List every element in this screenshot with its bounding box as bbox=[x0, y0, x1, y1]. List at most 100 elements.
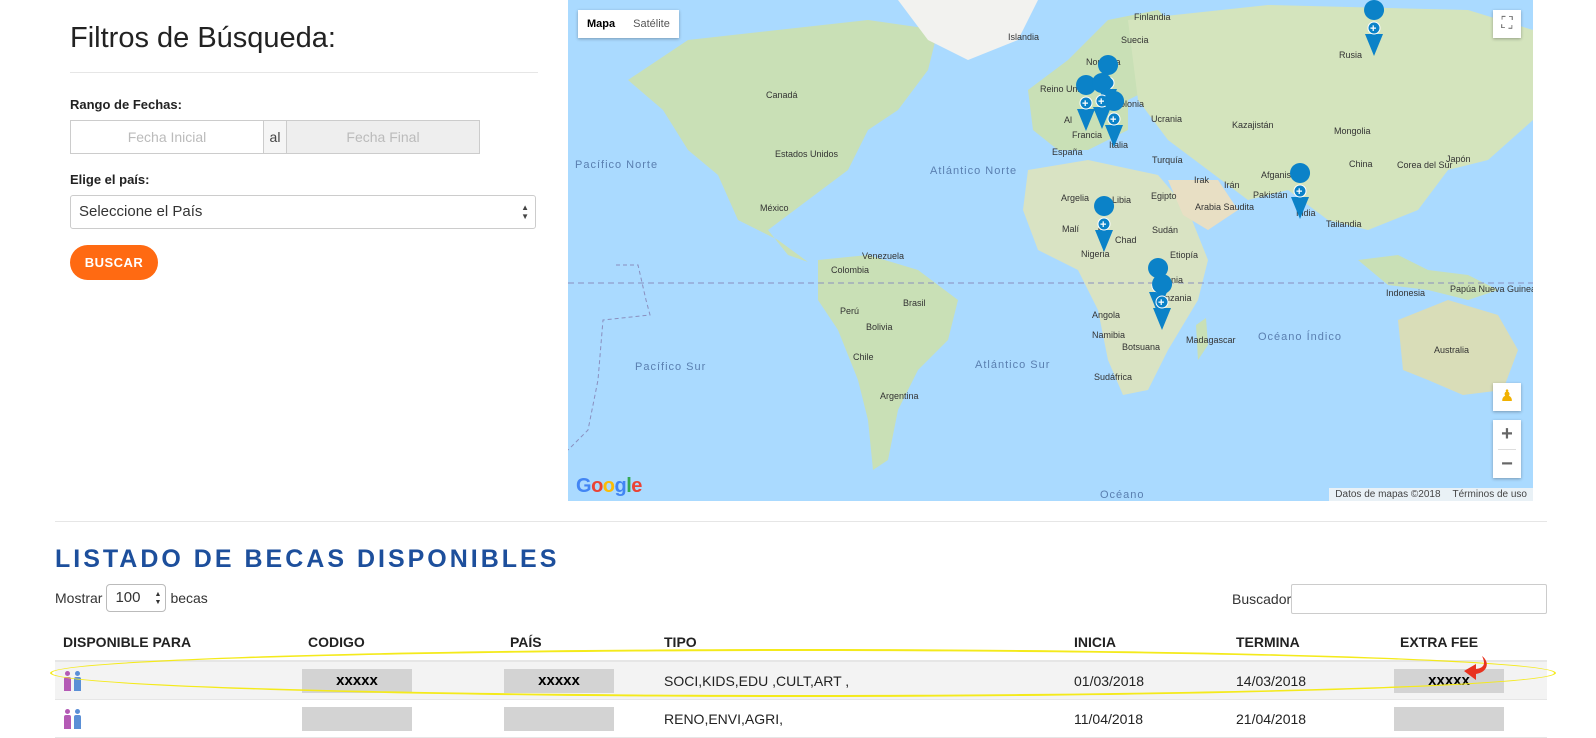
label-kazajistan: Kazajistán bbox=[1232, 120, 1274, 130]
label-tailandia: Tailandia bbox=[1326, 219, 1362, 229]
label-oceano-indico: Océano Índico bbox=[1258, 330, 1342, 343]
filters-divider bbox=[70, 72, 538, 73]
select-arrows-icon: ▲ ▼ bbox=[154, 591, 162, 606]
terms-of-use-link[interactable]: Términos de uso bbox=[1453, 489, 1527, 500]
row-highlight-annotation bbox=[50, 649, 1556, 697]
label-islandia: Islandia bbox=[1008, 32, 1039, 42]
svg-text:+: + bbox=[1098, 96, 1104, 108]
country-label: Elige el país: bbox=[70, 172, 150, 187]
male-icon bbox=[73, 708, 82, 729]
table-row[interactable]: RENO,ENVI,AGRI, 11/04/2018 21/04/2018 bbox=[55, 700, 1547, 738]
svg-text:+: + bbox=[1370, 23, 1376, 35]
label-suecia: Suecia bbox=[1121, 35, 1149, 45]
label-turquia: Turquía bbox=[1152, 155, 1183, 165]
search-button[interactable]: BUSCAR bbox=[70, 245, 158, 280]
label-colombia: Colombia bbox=[831, 265, 869, 275]
date-range-label: Rango de Fechas: bbox=[70, 97, 182, 112]
label-australia: Australia bbox=[1434, 345, 1469, 355]
label-oceano-bottom: Océano bbox=[1100, 489, 1145, 501]
label-japon: Japón bbox=[1446, 154, 1471, 164]
label-egipto: Egipto bbox=[1151, 191, 1177, 201]
country-select[interactable]: Seleccione el País ▲ ▼ bbox=[70, 195, 536, 229]
svg-text:+: + bbox=[1100, 219, 1106, 231]
section-divider bbox=[55, 521, 1547, 522]
column-header[interactable]: DISPONIBLE PARA bbox=[55, 628, 300, 660]
label-angola: Angola bbox=[1092, 310, 1120, 320]
page-length-value: 100 bbox=[115, 589, 141, 606]
search-input[interactable] bbox=[1291, 584, 1548, 614]
listing-title: LISTADO DE BECAS DISPONIBLES bbox=[55, 545, 560, 573]
label-alemania: Al bbox=[1064, 115, 1072, 125]
end-date-input[interactable]: Fecha Final bbox=[286, 120, 480, 154]
termina-cell: 21/04/2018 bbox=[1236, 710, 1307, 727]
show-label: Mostrar bbox=[55, 590, 103, 606]
fullscreen-icon[interactable]: ⛶ bbox=[1493, 10, 1521, 38]
filters-title: Filtros de Búsqueda: bbox=[70, 22, 336, 54]
label-corea: Corea del Sur bbox=[1397, 160, 1453, 170]
label-brasil: Brasil bbox=[903, 298, 926, 308]
label-finlandia: Finlandia bbox=[1134, 12, 1171, 22]
map-attribution: Datos de mapas ©2018 Términos de uso bbox=[1329, 488, 1533, 501]
label-mexico: México bbox=[760, 203, 789, 213]
label-peru: Perú bbox=[840, 306, 859, 316]
svg-text:+: + bbox=[1158, 297, 1164, 309]
map-type-map-button[interactable]: Mapa bbox=[578, 10, 624, 38]
start-date-input[interactable]: Fecha Inicial bbox=[70, 120, 264, 154]
label-rusia: Rusia bbox=[1339, 50, 1362, 60]
label-chad: Chad bbox=[1115, 235, 1137, 245]
label-madagascar: Madagascar bbox=[1186, 335, 1236, 345]
dateline bbox=[568, 264, 651, 451]
table-search: Buscador bbox=[1232, 584, 1548, 614]
zoom-out-button[interactable]: − bbox=[1493, 450, 1521, 479]
inicia-cell: 11/04/2018 bbox=[1074, 710, 1144, 727]
select-arrows-icon: ▲ ▼ bbox=[521, 203, 529, 221]
label-mali: Malí bbox=[1062, 224, 1080, 234]
label-mongolia: Mongolia bbox=[1334, 126, 1371, 136]
street-view-pegman-icon[interactable]: ♟ bbox=[1493, 383, 1521, 411]
page-length-control: Mostrar 100 ▲ ▼ becas bbox=[55, 584, 208, 612]
label-papua: Papúa Nueva Guinea bbox=[1450, 284, 1533, 294]
redacted-value bbox=[504, 706, 614, 731]
label-namibia: Namibia bbox=[1092, 330, 1125, 340]
label-venezuela: Venezuela bbox=[862, 251, 904, 261]
label-libia: Libia bbox=[1112, 195, 1131, 205]
map-canvas[interactable]: Finlandia Islandia Suecia Noruega Rusia … bbox=[568, 0, 1533, 501]
svg-text:+: + bbox=[1082, 98, 1088, 110]
pais-cell bbox=[502, 700, 656, 738]
zoom-control: + − bbox=[1493, 420, 1521, 478]
map-type-control: Mapa Satélite bbox=[578, 10, 679, 38]
search-label: Buscador bbox=[1232, 591, 1292, 607]
label-sudafrica: Sudáfrica bbox=[1094, 372, 1132, 382]
label-etiopia: Etiopía bbox=[1170, 250, 1198, 260]
label-nigeria: Nigeria bbox=[1081, 249, 1110, 259]
page-length-select[interactable]: 100 ▲ ▼ bbox=[106, 584, 167, 612]
female-icon bbox=[63, 708, 72, 729]
svg-text:+: + bbox=[1296, 186, 1302, 198]
codigo-cell bbox=[300, 700, 502, 738]
label-sudan: Sudán bbox=[1152, 225, 1178, 235]
map-data-attribution[interactable]: Datos de mapas ©2018 bbox=[1335, 489, 1440, 500]
label-argelia: Argelia bbox=[1061, 193, 1089, 203]
label-canada: Canadá bbox=[766, 90, 798, 100]
country-select-value: Seleccione el País bbox=[79, 203, 203, 220]
label-ucrania: Ucrania bbox=[1151, 114, 1182, 124]
map-type-satellite-button[interactable]: Satélite bbox=[624, 10, 679, 38]
google-logo[interactable]: Google bbox=[576, 475, 642, 498]
date-range-inputs: Fecha Inicial al Fecha Final bbox=[70, 120, 480, 154]
land-north-america bbox=[628, 20, 938, 262]
red-arrow-annotation-icon bbox=[1464, 656, 1487, 680]
label-china: China bbox=[1349, 159, 1373, 169]
world-map[interactable]: Finlandia Islandia Suecia Noruega Rusia … bbox=[568, 0, 1533, 501]
label-indonesia: Indonesia bbox=[1386, 288, 1425, 298]
redacted-value bbox=[302, 706, 412, 731]
available-for-cell bbox=[55, 700, 300, 738]
search-filters-panel: Filtros de Búsqueda: Rango de Fechas: Fe… bbox=[70, 0, 538, 280]
label-pacifico-sur: Pacífico Sur bbox=[635, 361, 706, 373]
extra-fee-cell bbox=[1392, 700, 1547, 738]
date-separator: al bbox=[264, 120, 286, 154]
gender-icons bbox=[63, 708, 82, 729]
label-espana: España bbox=[1052, 147, 1083, 157]
tipo-cell: RENO,ENVI,AGRI, bbox=[664, 710, 784, 727]
label-bolivia: Bolivia bbox=[866, 322, 893, 332]
zoom-in-button[interactable]: + bbox=[1493, 420, 1521, 449]
